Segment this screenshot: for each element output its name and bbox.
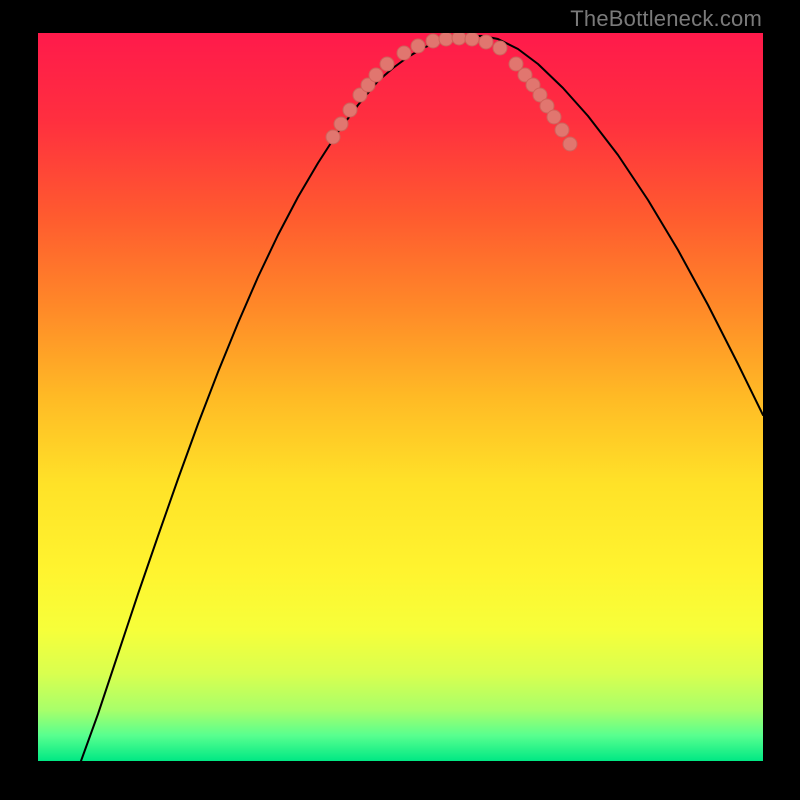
- data-marker: [426, 34, 440, 48]
- data-marker: [465, 33, 479, 46]
- data-marker: [493, 41, 507, 55]
- data-marker: [369, 68, 383, 82]
- data-marker: [343, 103, 357, 117]
- data-marker: [479, 35, 493, 49]
- data-marker: [397, 46, 411, 60]
- data-marker: [380, 57, 394, 71]
- data-marker: [411, 39, 425, 53]
- bottleneck-chart: [38, 33, 763, 761]
- data-marker: [439, 33, 453, 46]
- data-marker: [334, 117, 348, 131]
- watermark-text: TheBottleneck.com: [570, 6, 762, 32]
- data-marker: [326, 130, 340, 144]
- data-marker: [555, 123, 569, 137]
- gradient-background: [38, 33, 763, 761]
- data-marker: [547, 110, 561, 124]
- image-frame: TheBottleneck.com: [0, 0, 800, 800]
- data-marker: [452, 33, 466, 45]
- data-marker: [563, 137, 577, 151]
